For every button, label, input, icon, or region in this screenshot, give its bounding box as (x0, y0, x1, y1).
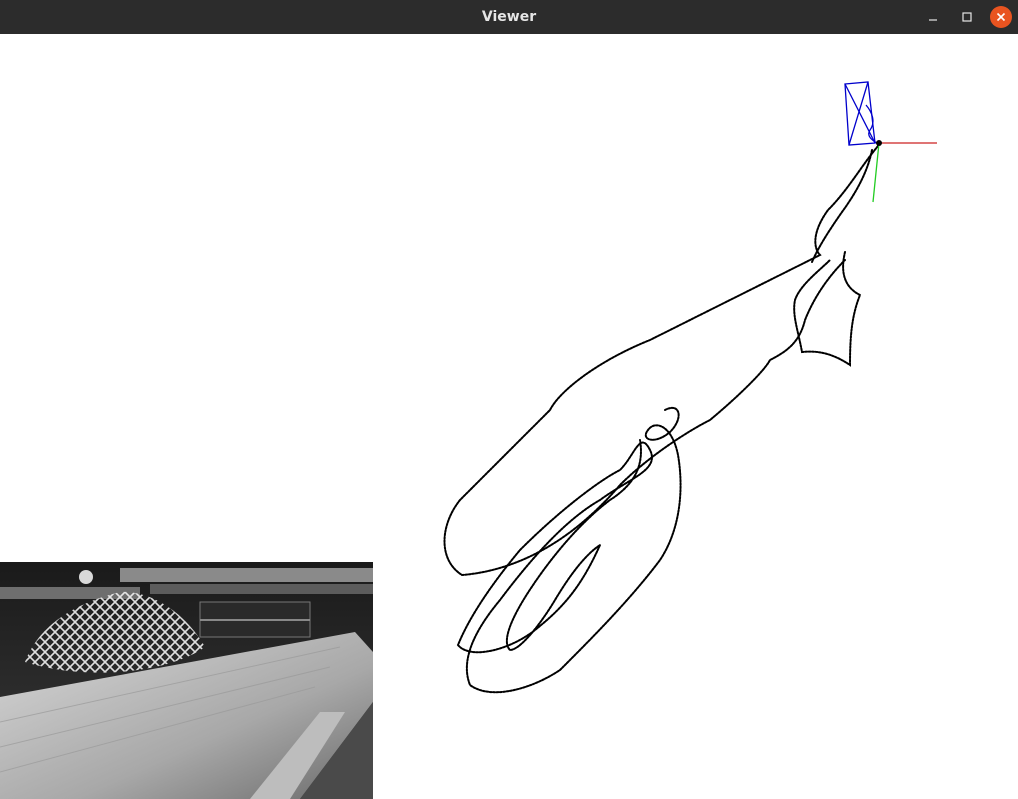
maximize-icon (962, 12, 972, 22)
keyframe-frustum (844, 81, 879, 146)
camera-frame (0, 562, 373, 799)
camera-feed-image (0, 562, 373, 799)
window-titlebar[interactable]: Viewer (0, 0, 1018, 34)
window-title: Viewer (481, 9, 537, 25)
trajectory-path (443, 145, 879, 577)
minimize-button[interactable] (922, 6, 944, 28)
close-button[interactable] (990, 6, 1012, 28)
maximize-button[interactable] (956, 6, 978, 28)
camera-origin (876, 140, 882, 146)
close-icon (996, 12, 1006, 22)
minimize-icon (929, 19, 937, 21)
trajectory-lower-loops (456, 407, 682, 694)
trajectory-loop-right (793, 251, 862, 367)
window-controls (910, 0, 1012, 34)
